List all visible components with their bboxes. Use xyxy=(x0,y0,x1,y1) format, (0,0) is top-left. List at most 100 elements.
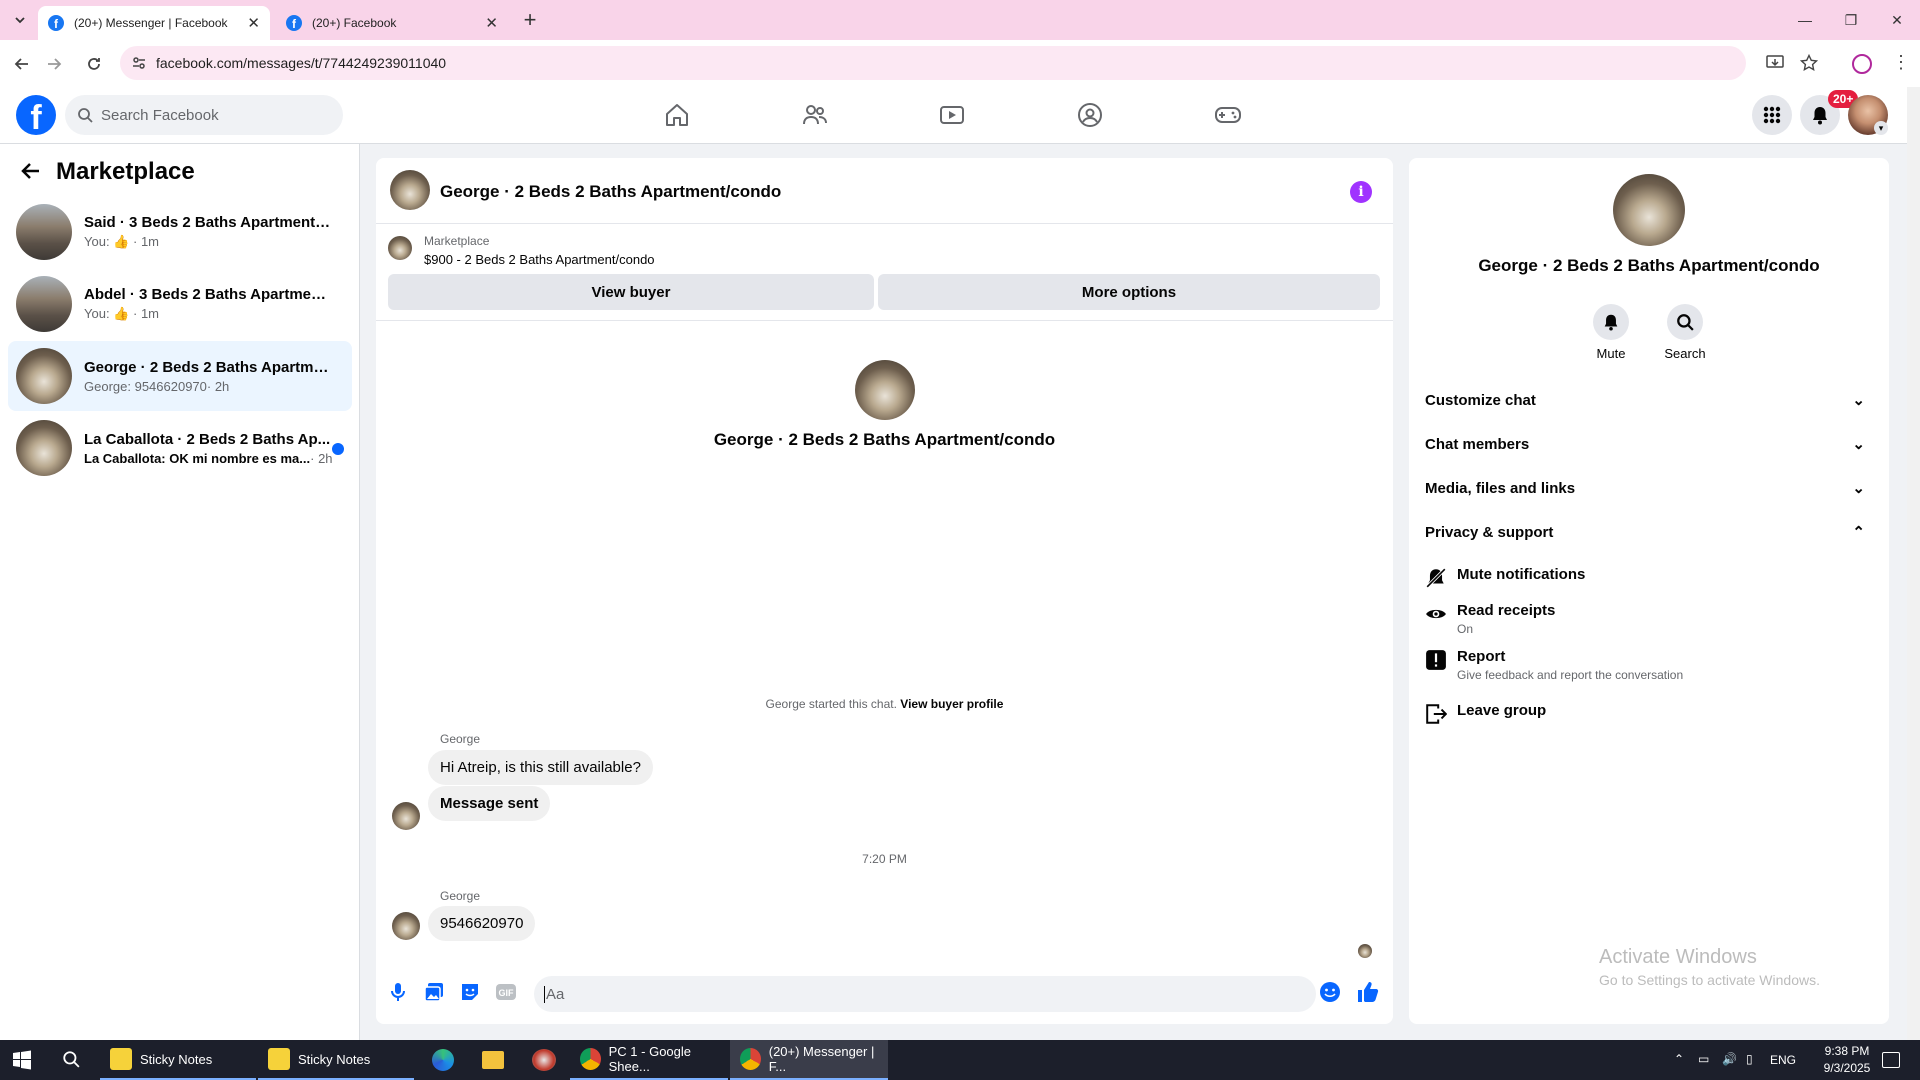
address-bar[interactable]: facebook.com/messages/t/7744249239011040 xyxy=(120,46,1818,80)
chat-title[interactable]: George · 2 Beds 2 Baths Apartment/condo xyxy=(440,182,781,202)
start-button[interactable] xyxy=(12,1050,32,1070)
details-avatar[interactable] xyxy=(1613,174,1685,246)
menu-button[interactable] xyxy=(1752,95,1792,135)
browser-tab-messenger[interactable]: f (20+) Messenger | Facebook ✕ xyxy=(38,6,270,40)
like-send-button[interactable] xyxy=(1356,980,1380,1004)
privacy-support-section[interactable]: Privacy & support ⌃ xyxy=(1425,514,1865,550)
facebook-search-input[interactable]: Search Facebook xyxy=(65,95,343,135)
new-tab-button[interactable]: + xyxy=(520,6,540,34)
message-bubble[interactable]: Message sent xyxy=(428,786,551,821)
clock[interactable]: 9:38 PM 9/3/2025 xyxy=(1812,1044,1882,1075)
restore-button[interactable]: ❐ xyxy=(1828,0,1874,40)
media-files-links-section[interactable]: Media, files and links ⌄ xyxy=(1425,470,1865,506)
back-button[interactable] xyxy=(8,50,36,78)
voice-clip-button[interactable] xyxy=(386,980,410,1004)
network-icon[interactable]: ▭ xyxy=(1698,1052,1709,1066)
app-icon[interactable] xyxy=(532,1049,556,1071)
account-chevron-icon[interactable]: ▾ xyxy=(1874,121,1888,135)
photo-icon xyxy=(424,983,443,1002)
nav-friends[interactable] xyxy=(795,95,835,135)
listing-thumbnail xyxy=(16,204,72,260)
battery-icon[interactable]: ▯ xyxy=(1746,1052,1753,1066)
gif-button[interactable]: GIF xyxy=(494,980,518,1004)
taskbar-messenger[interactable]: (20+) Messenger | F... xyxy=(730,1040,888,1080)
chat-started-note: George started this chat. View buyer pro… xyxy=(376,697,1393,711)
edge-icon[interactable] xyxy=(432,1049,454,1071)
taskbar-sticky-notes-1[interactable]: Sticky Notes xyxy=(100,1040,256,1080)
profile-icon[interactable] xyxy=(1852,54,1872,74)
reload-button[interactable] xyxy=(80,50,108,78)
window-close-button[interactable]: ✕ xyxy=(1874,0,1920,40)
mute-button[interactable]: Mute xyxy=(1591,304,1631,361)
emoji-button[interactable] xyxy=(1318,980,1342,1004)
nav-home[interactable] xyxy=(657,95,697,135)
nav-gaming[interactable] xyxy=(1208,95,1248,135)
close-tab-icon[interactable]: ✕ xyxy=(485,14,498,32)
notification-center-icon[interactable] xyxy=(1882,1052,1900,1068)
bookmark-star-icon[interactable] xyxy=(1800,54,1818,72)
browser-tab-facebook[interactable]: f (20+) Facebook ✕ xyxy=(276,6,508,40)
grid-menu-icon xyxy=(1763,106,1781,124)
intro-avatar[interactable] xyxy=(855,360,915,420)
conversation-preview: You: 👍 · 1m xyxy=(84,306,334,322)
conversation-item[interactable]: Said · 3 Beds 2 Baths Apartment/c... You… xyxy=(8,197,352,267)
chevron-up-icon[interactable]: ⌃ xyxy=(1674,1052,1684,1066)
chevron-down-icon: ⌄ xyxy=(1852,392,1865,409)
leave-group-item[interactable]: Leave group xyxy=(1425,702,1865,725)
conversation-item-selected[interactable]: George · 2 Beds 2 Baths Apartmen... Geor… xyxy=(8,341,352,411)
file-explorer-icon[interactable] xyxy=(482,1051,504,1069)
taskbar-search-button[interactable] xyxy=(62,1050,80,1068)
browser-menu-icon[interactable]: ⋮ xyxy=(1892,52,1910,73)
sender-avatar[interactable] xyxy=(392,912,420,940)
message-input[interactable]: Aa xyxy=(534,976,1316,1012)
close-tab-icon[interactable]: ✕ xyxy=(247,14,260,32)
conversation-item[interactable]: Abdel · 3 Beds 2 Baths Apartment/... You… xyxy=(8,269,352,339)
install-app-icon[interactable] xyxy=(1766,55,1784,71)
item-title: Mute notifications xyxy=(1457,566,1586,583)
forward-button[interactable] xyxy=(40,50,68,78)
listing-thumbnail xyxy=(16,420,72,476)
view-buyer-profile-link[interactable]: View buyer profile xyxy=(900,697,1003,711)
taskbar-sticky-notes-2[interactable]: Sticky Notes xyxy=(258,1040,414,1080)
attach-photo-button[interactable] xyxy=(422,980,446,1004)
more-options-button[interactable]: More options xyxy=(878,274,1380,310)
section-label: Media, files and links xyxy=(1425,479,1576,497)
friends-icon xyxy=(803,105,827,125)
nav-groups[interactable] xyxy=(1070,95,1110,135)
back-arrow-button[interactable] xyxy=(20,160,42,182)
chevron-down-icon xyxy=(15,17,25,24)
search-label: Search xyxy=(1664,346,1706,361)
search-placeholder: Search Facebook xyxy=(101,106,219,124)
search-in-chat-button[interactable]: Search xyxy=(1661,304,1709,361)
tab-search-button[interactable] xyxy=(8,8,32,32)
volume-icon[interactable]: 🔊 xyxy=(1722,1052,1737,1066)
site-info-icon[interactable] xyxy=(132,56,146,70)
sender-name: George xyxy=(440,732,481,746)
read-receipts-item[interactable]: Read receipts On xyxy=(1425,602,1865,636)
chrome-icon xyxy=(740,1048,761,1070)
conversation-name: George · 2 Beds 2 Baths Apartmen... xyxy=(84,358,334,376)
chat-panel: George · 2 Beds 2 Baths Apartment/condo … xyxy=(376,158,1393,1024)
facebook-logo[interactable]: f xyxy=(16,95,56,135)
message-bubble[interactable]: Hi Atreip, is this still available? xyxy=(428,750,653,785)
chat-members-section[interactable]: Chat members ⌄ xyxy=(1425,426,1865,462)
sticker-button[interactable] xyxy=(458,980,482,1004)
customize-chat-section[interactable]: Customize chat ⌄ xyxy=(1425,382,1865,418)
minimize-button[interactable]: — xyxy=(1782,0,1828,40)
mute-notifications-item[interactable]: Mute notifications xyxy=(1425,566,1865,589)
chat-info-button[interactable]: i xyxy=(1350,181,1372,203)
home-icon xyxy=(666,104,688,126)
taskbar-google-sheets[interactable]: PC 1 - Google Shee... xyxy=(570,1040,728,1080)
sender-avatar[interactable] xyxy=(392,802,420,830)
message-bubble[interactable]: 9546620970 xyxy=(428,906,536,941)
gif-icon: GIF xyxy=(496,984,516,1000)
view-buyer-button[interactable]: View buyer xyxy=(388,274,874,310)
nav-watch[interactable] xyxy=(932,95,972,135)
chat-avatar[interactable] xyxy=(390,170,430,210)
page-scrollbar[interactable] xyxy=(1907,87,1920,1040)
listing-price[interactable]: $900 - 2 Beds 2 Baths Apartment/condo xyxy=(424,252,655,267)
language-indicator[interactable]: ENG xyxy=(1770,1053,1796,1067)
report-item[interactable]: Report Give feedback and report the conve… xyxy=(1425,648,1865,682)
conversation-item[interactable]: La Caballota · 2 Beds 2 Baths Ap... La C… xyxy=(8,413,352,483)
facebook-header: f Search Facebook 20+ ▾ xyxy=(0,87,1907,144)
